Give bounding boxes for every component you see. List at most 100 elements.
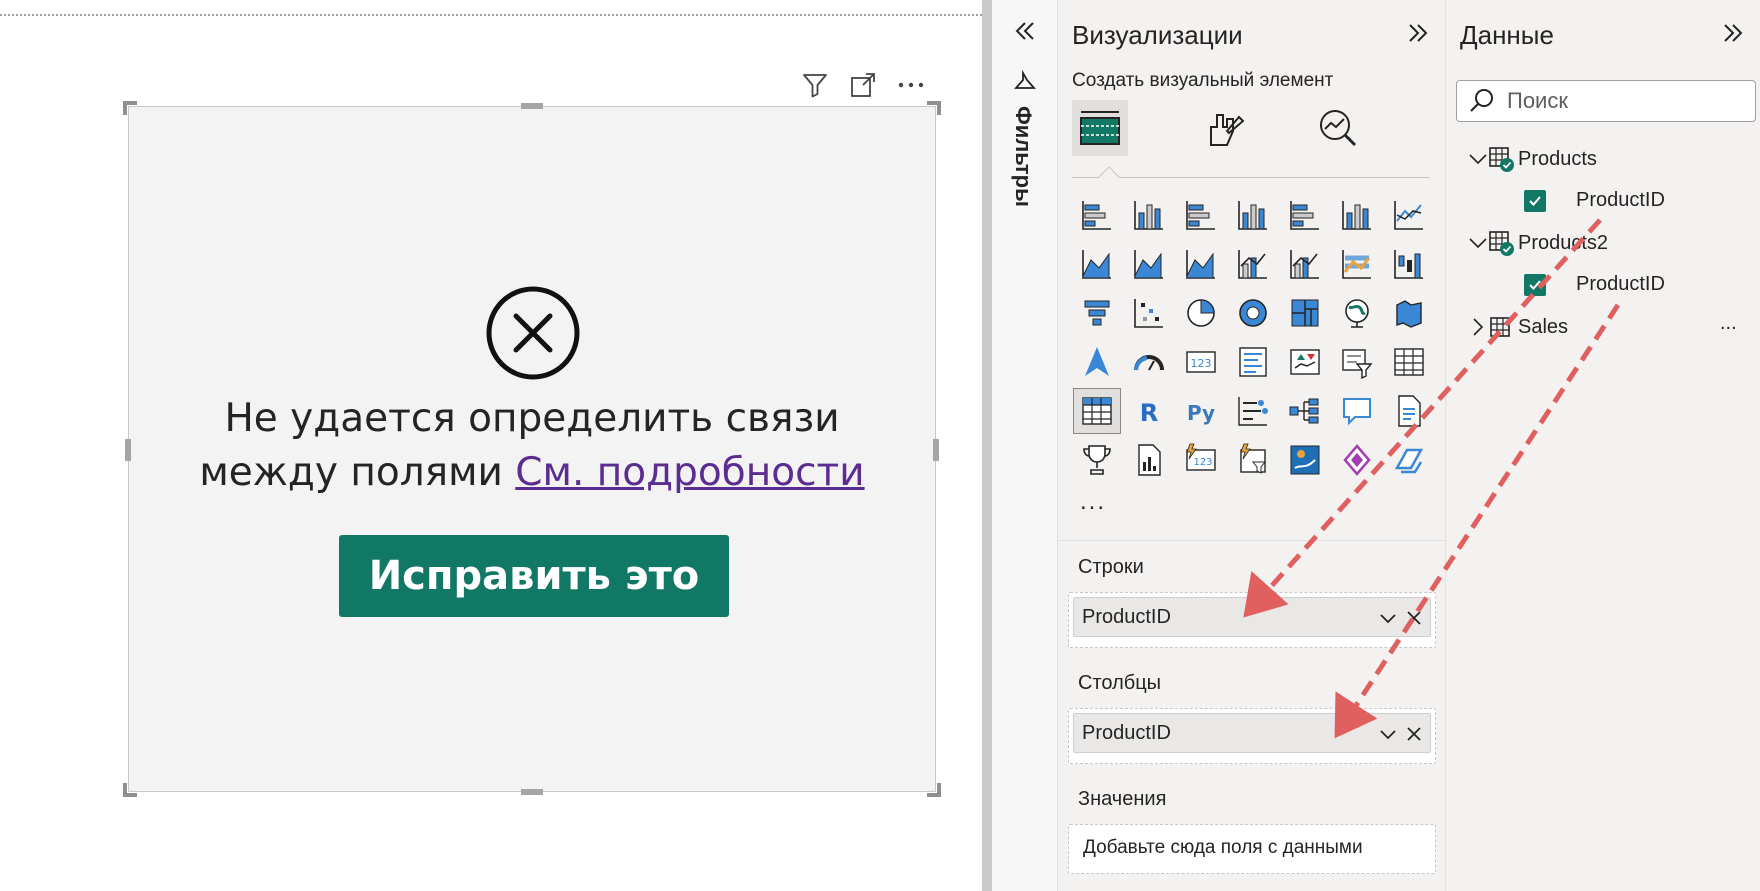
format-visual-tab[interactable] — [1196, 100, 1252, 156]
chevron-down-icon[interactable] — [1378, 608, 1398, 628]
canvas-scrollbar[interactable] — [982, 0, 992, 891]
line-chart-icon[interactable] — [1386, 193, 1432, 237]
card-icon[interactable]: 123 — [1178, 340, 1224, 384]
checkbox-checked-icon[interactable] — [1524, 189, 1546, 212]
r-visual-icon[interactable]: R — [1126, 389, 1172, 433]
multi-row-card-icon[interactable] — [1230, 340, 1276, 384]
resize-handle[interactable] — [123, 783, 137, 797]
columns-well[interactable]: ProductID — [1068, 708, 1436, 764]
visual-mode-tabs — [1072, 100, 1430, 180]
paginated-report-icon[interactable] — [1126, 438, 1172, 482]
power-automate-icon[interactable] — [1230, 438, 1276, 482]
sales-more-options-button[interactable]: ... — [1720, 312, 1737, 335]
rows-field-pill[interactable]: ProductID — [1073, 597, 1431, 637]
see-details-link[interactable]: См. подробности — [515, 450, 864, 495]
analytics-tab[interactable] — [1310, 100, 1366, 156]
resize-handle[interactable] — [521, 103, 543, 109]
chevron-down-icon[interactable] — [1378, 724, 1398, 744]
metrics-card-icon[interactable]: 123 — [1178, 438, 1224, 482]
remove-field-icon[interactable] — [1404, 724, 1424, 744]
resize-handle[interactable] — [521, 789, 543, 795]
checkbox-checked-icon[interactable] — [1524, 273, 1546, 296]
search-box[interactable] — [1456, 80, 1756, 122]
waterfall-chart-icon[interactable] — [1386, 242, 1432, 286]
expand-right-icon[interactable] — [1405, 20, 1431, 46]
100-stacked-bar-chart-icon[interactable] — [1282, 193, 1328, 237]
tree-table-products[interactable]: Products — [1468, 146, 1597, 172]
remove-field-icon[interactable] — [1404, 608, 1424, 628]
line-and-stacked-column-chart-icon[interactable] — [1230, 242, 1276, 286]
goals-icon[interactable] — [1386, 438, 1432, 482]
smart-narrative-icon[interactable] — [1386, 389, 1432, 433]
tree-field-productid[interactable]: ProductID — [1524, 189, 1665, 212]
area-chart-icon[interactable] — [1074, 242, 1120, 286]
search-input[interactable] — [1505, 87, 1725, 115]
funnel-chart-icon[interactable] — [1074, 291, 1120, 335]
resize-handle[interactable] — [123, 101, 137, 115]
scatter-chart-icon[interactable] — [1126, 291, 1172, 335]
donut-chart-icon[interactable] — [1230, 291, 1276, 335]
data-pane: Данные Products ProductID Products2 Prod… — [1446, 0, 1760, 891]
more-visuals-button[interactable]: ... — [1080, 488, 1106, 516]
rows-well-label: Строки — [1078, 556, 1144, 578]
rows-well[interactable]: ProductID — [1068, 592, 1436, 648]
filter-icon[interactable] — [800, 70, 830, 100]
svg-text:123: 123 — [1193, 457, 1212, 468]
fix-this-button[interactable]: Исправить это — [339, 535, 729, 617]
columns-field-pill[interactable]: ProductID — [1073, 713, 1431, 753]
divider — [1058, 540, 1446, 541]
matrix-visual[interactable]: Не удается определить связи между полями… — [123, 101, 941, 797]
line-and-clustered-column-chart-icon[interactable] — [1282, 242, 1328, 286]
clustered-column-chart-icon[interactable] — [1230, 193, 1276, 237]
chevron-down-icon[interactable] — [1468, 149, 1488, 169]
values-well[interactable]: Добавьте сюда поля с данными — [1068, 824, 1436, 874]
resize-handle[interactable] — [927, 101, 941, 115]
stacked-bar-chart-icon[interactable] — [1074, 193, 1120, 237]
columns-well-label: Столбцы — [1078, 672, 1162, 694]
focus-mode-icon[interactable] — [848, 70, 878, 100]
filters-pane-collapsed[interactable]: Фильтры — [992, 0, 1058, 891]
stacked-column-chart-icon[interactable] — [1126, 193, 1172, 237]
canvas-guide-line — [0, 14, 982, 16]
report-canvas[interactable]: Не удается определить связи между полями… — [0, 0, 982, 891]
decomposition-tree-icon[interactable] — [1282, 389, 1328, 433]
qa-icon[interactable] — [1334, 389, 1380, 433]
map-icon[interactable] — [1334, 291, 1380, 335]
filter-funnel-icon — [1014, 70, 1036, 89]
tree-table-sales[interactable]: Sales — [1468, 314, 1568, 340]
build-visual-label: Создать визуальный элемент — [1072, 70, 1334, 91]
matrix-icon[interactable] — [1073, 388, 1121, 434]
gauge-icon[interactable] — [1126, 340, 1172, 384]
expand-right-icon[interactable] — [1720, 20, 1746, 46]
collapse-left-icon[interactable] — [1012, 18, 1038, 44]
chevron-down-icon[interactable] — [1468, 233, 1488, 253]
key-influencers-icon[interactable] — [1230, 389, 1276, 433]
100-stacked-column-chart-icon[interactable] — [1334, 193, 1380, 237]
tree-table-products2[interactable]: Products2 — [1468, 230, 1608, 256]
kpi-icon[interactable] — [1282, 340, 1328, 384]
trophy-icon[interactable] — [1074, 438, 1120, 482]
clustered-bar-chart-icon[interactable] — [1178, 193, 1224, 237]
stacked-area-chart-icon[interactable] — [1126, 242, 1172, 286]
ribbon-chart-icon[interactable] — [1334, 242, 1380, 286]
treemap-icon[interactable] — [1282, 291, 1328, 335]
azure-map-icon[interactable] — [1074, 340, 1120, 384]
power-apps-icon[interactable] — [1334, 438, 1380, 482]
arcgis-icon[interactable] — [1282, 438, 1328, 482]
python-visual-icon[interactable]: Py — [1178, 389, 1224, 433]
table-name: Products — [1518, 147, 1597, 170]
resize-handle[interactable] — [927, 783, 941, 797]
table-icon — [1488, 146, 1514, 172]
filters-label[interactable]: Фильтры — [1010, 106, 1036, 207]
pie-chart-icon[interactable] — [1178, 291, 1224, 335]
chevron-right-icon[interactable] — [1468, 317, 1488, 337]
slicer-icon[interactable] — [1334, 340, 1380, 384]
active-tab-caret — [1098, 166, 1120, 178]
build-visual-tab[interactable] — [1072, 100, 1128, 156]
more-options-icon[interactable] — [896, 70, 926, 100]
filled-map-icon[interactable] — [1386, 291, 1432, 335]
tree-field-productid[interactable]: ProductID — [1524, 273, 1665, 296]
100-stacked-area-chart-icon[interactable] — [1178, 242, 1224, 286]
error-circle-icon — [486, 286, 580, 380]
table-icon[interactable] — [1386, 340, 1432, 384]
